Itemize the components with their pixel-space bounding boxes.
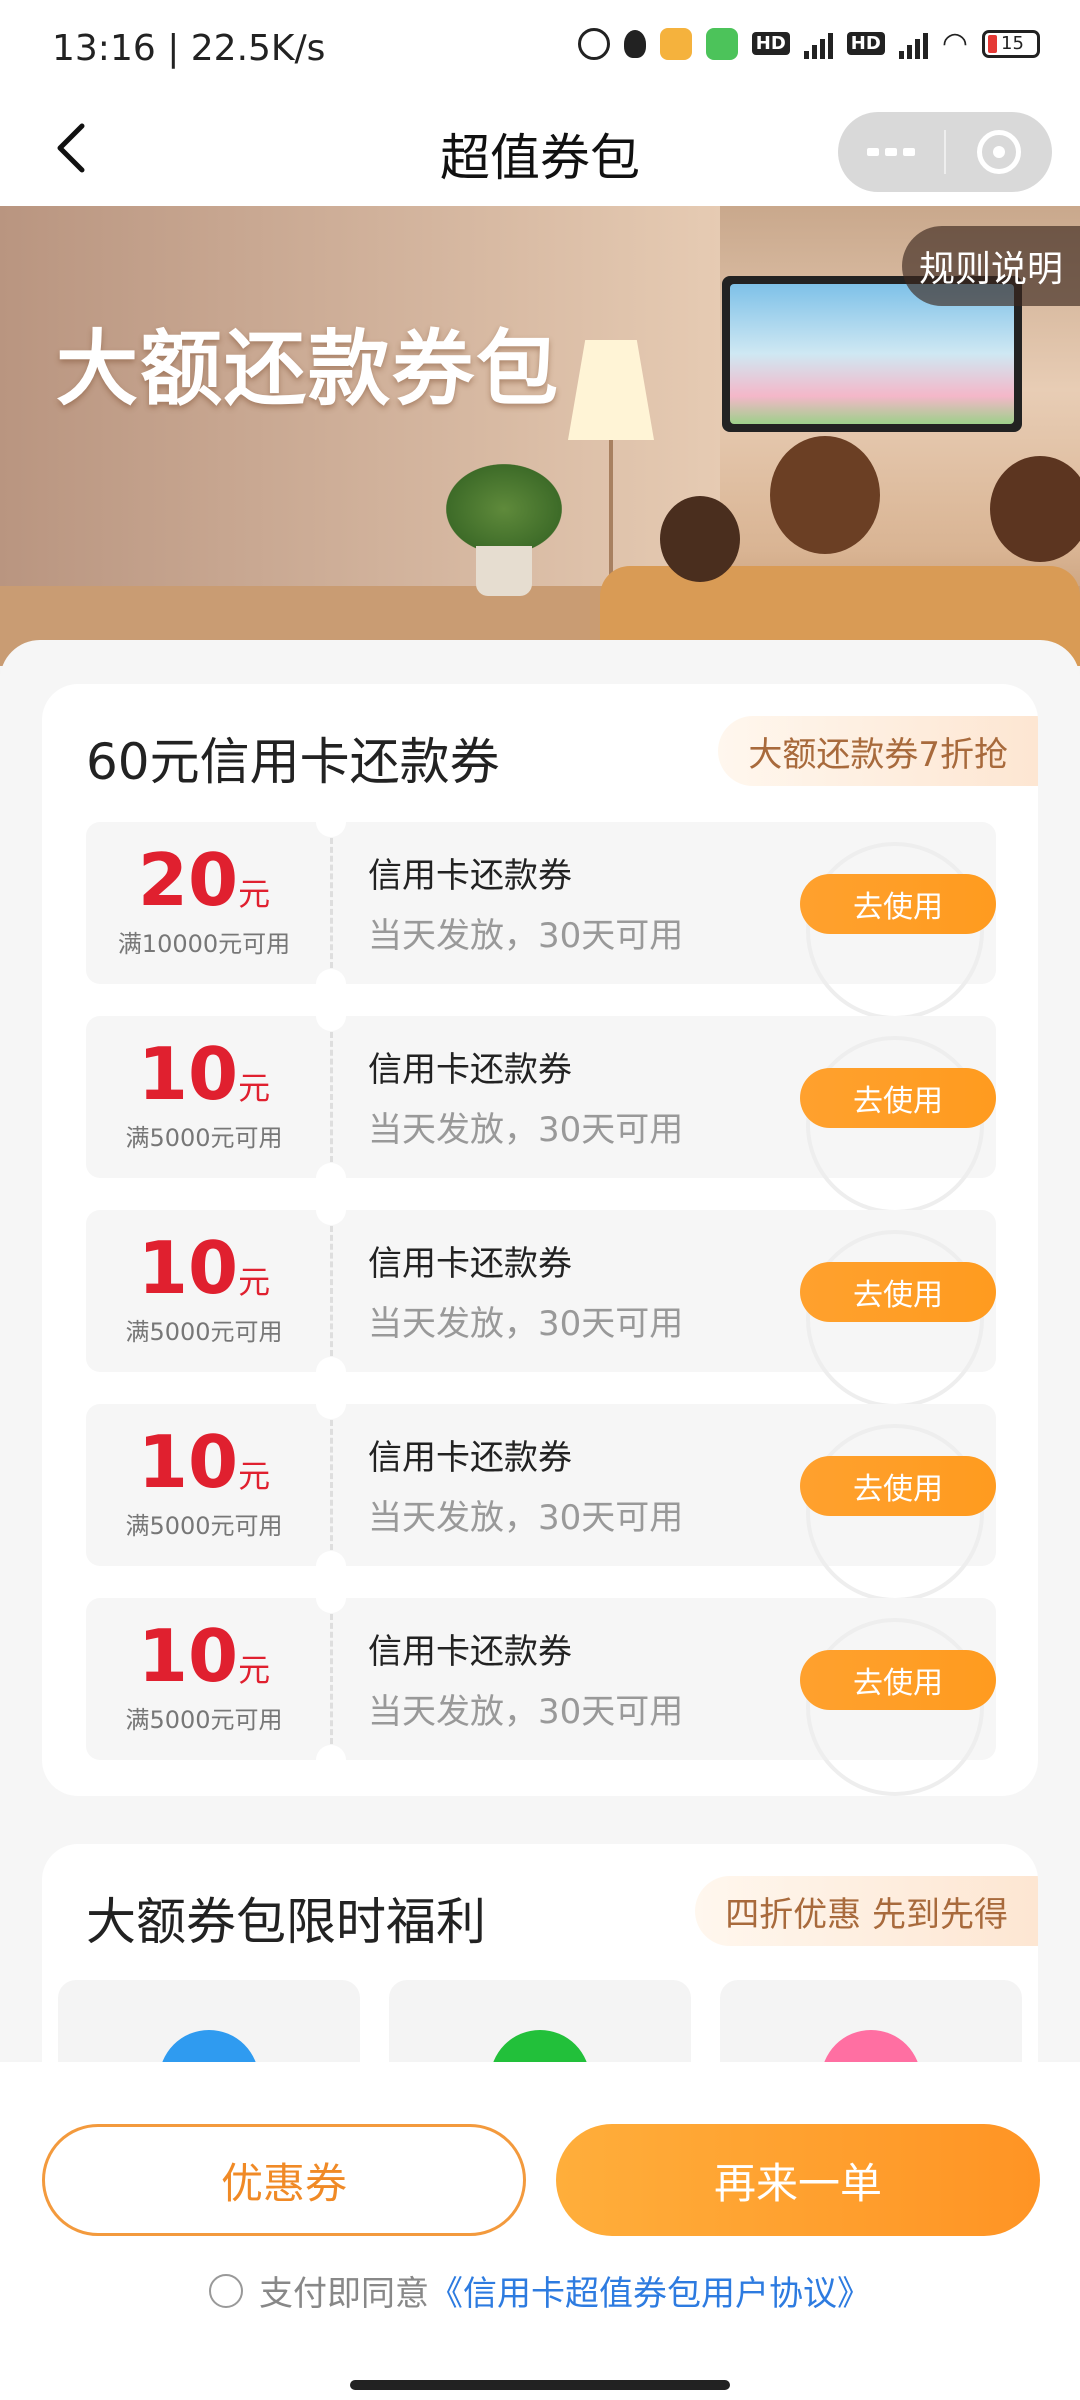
gallery-icon <box>659 27 692 60</box>
coupon-amount: 10元 <box>137 1032 271 1116</box>
use-coupon-button[interactable]: 去使用 <box>800 1650 996 1710</box>
agreement-link[interactable]: 《信用卡超值券包用户协议》 <box>429 2266 871 2315</box>
status-icons: HD HD ◠ 15 <box>577 26 1040 61</box>
signal-icon-1 <box>803 29 833 59</box>
nav-bar: 超值券包 <box>0 100 1080 206</box>
banner-title: 大额还款券包 <box>56 322 561 417</box>
coupon-amount: 10元 <box>137 1614 271 1698</box>
coupon-button[interactable]: 优惠券 <box>42 2124 526 2236</box>
welfare-section-title: 大额券包限时福利 <box>86 1893 486 1951</box>
coupon-name: 信用卡还款券 <box>368 1438 572 1478</box>
coupon-amount: 20元 <box>137 838 271 922</box>
rules-button[interactable]: 规则说明 <box>902 226 1080 306</box>
hero-banner: 大额还款券包 规则说明 <box>0 206 1080 666</box>
hd-badge-2: HD <box>846 32 885 55</box>
coupon-condition: 满5000元可用 <box>125 1124 283 1152</box>
qq-icon <box>623 29 646 58</box>
use-coupon-button[interactable]: 去使用 <box>800 1456 996 1516</box>
coupon-item: 10元 满5000元可用 信用卡还款券 当天发放，30天可用 去使用 <box>86 1001 996 1214</box>
welfare-section-tag: 四折优惠 先到先得 <box>695 1876 1038 1946</box>
coupon-desc: 当天发放，30天可用 <box>368 1304 684 1344</box>
use-coupon-button[interactable]: 去使用 <box>800 1068 996 1128</box>
battery-level: 15 <box>1001 33 1024 54</box>
banner-family-illustration <box>660 496 740 582</box>
coupon-amount: 10元 <box>137 1226 271 1310</box>
agree-checkbox[interactable] <box>209 2273 243 2308</box>
agreement-prefix: 支付即同意 <box>259 2274 429 2314</box>
wifi-icon: ◠ <box>941 26 968 61</box>
mini-program-capsule <box>838 112 1052 192</box>
coupon-amount: 10元 <box>137 1420 271 1504</box>
close-mini-program-icon[interactable] <box>946 112 1052 192</box>
coupon-name: 信用卡还款券 <box>368 1050 572 1090</box>
more-icon[interactable] <box>838 112 944 192</box>
status-time: 13:16 | 22.5K/s <box>52 28 326 69</box>
banner-plant-illustration <box>446 464 562 554</box>
coupon-name: 信用卡还款券 <box>368 856 572 896</box>
coupon-desc: 当天发放，30天可用 <box>368 916 684 956</box>
coupon-section-tag: 大额还款券7折抢 <box>718 716 1038 786</box>
content-sheet: 60元信用卡还款券 大额还款券7折抢 20元 满10000元可用 信用卡还款券 … <box>0 640 1080 2120</box>
agreement-row: 支付即同意 《信用卡超值券包用户协议》 <box>0 2266 1080 2315</box>
coupon-desc: 当天发放，30天可用 <box>368 1692 684 1732</box>
coupon-item: 10元 满5000元可用 信用卡还款券 当天发放，30天可用 去使用 <box>86 1583 996 1796</box>
battery-icon: 15 <box>982 29 1040 58</box>
hd-badge-1: HD <box>751 32 790 55</box>
coupon-desc: 当天发放，30天可用 <box>368 1498 684 1538</box>
use-coupon-button[interactable]: 去使用 <box>800 1262 996 1322</box>
alarm-icon <box>577 27 610 60</box>
coupon-card: 60元信用卡还款券 大额还款券7折抢 20元 满10000元可用 信用卡还款券 … <box>42 684 1038 1796</box>
coupon-condition: 满5000元可用 <box>125 1706 283 1734</box>
home-indicator[interactable] <box>350 2380 730 2390</box>
order-again-button[interactable]: 再来一单 <box>556 2124 1040 2236</box>
coupon-item: 20元 满10000元可用 信用卡还款券 当天发放，30天可用 去使用 <box>86 807 996 1020</box>
coupon-name: 信用卡还款券 <box>368 1632 572 1672</box>
status-bar: 13:16 | 22.5K/s HD HD ◠ 15 <box>0 0 1080 100</box>
coupon-item: 10元 满5000元可用 信用卡还款券 当天发放，30天可用 去使用 <box>86 1389 996 1602</box>
wechat-mini-icon <box>705 27 738 60</box>
coupon-section-title: 60元信用卡还款券 <box>86 733 500 791</box>
coupon-condition: 满10000元可用 <box>117 930 291 958</box>
coupon-condition: 满5000元可用 <box>125 1512 283 1540</box>
coupon-desc: 当天发放，30天可用 <box>368 1110 684 1150</box>
use-coupon-button[interactable]: 去使用 <box>800 874 996 934</box>
coupon-condition: 满5000元可用 <box>125 1318 283 1346</box>
coupon-item: 10元 满5000元可用 信用卡还款券 当天发放，30天可用 去使用 <box>86 1195 996 1408</box>
coupon-name: 信用卡还款券 <box>368 1244 572 1284</box>
signal-icon-2 <box>898 29 928 59</box>
bottom-action-bar: 优惠券 再来一单 支付即同意 《信用卡超值券包用户协议》 <box>0 2062 1080 2400</box>
